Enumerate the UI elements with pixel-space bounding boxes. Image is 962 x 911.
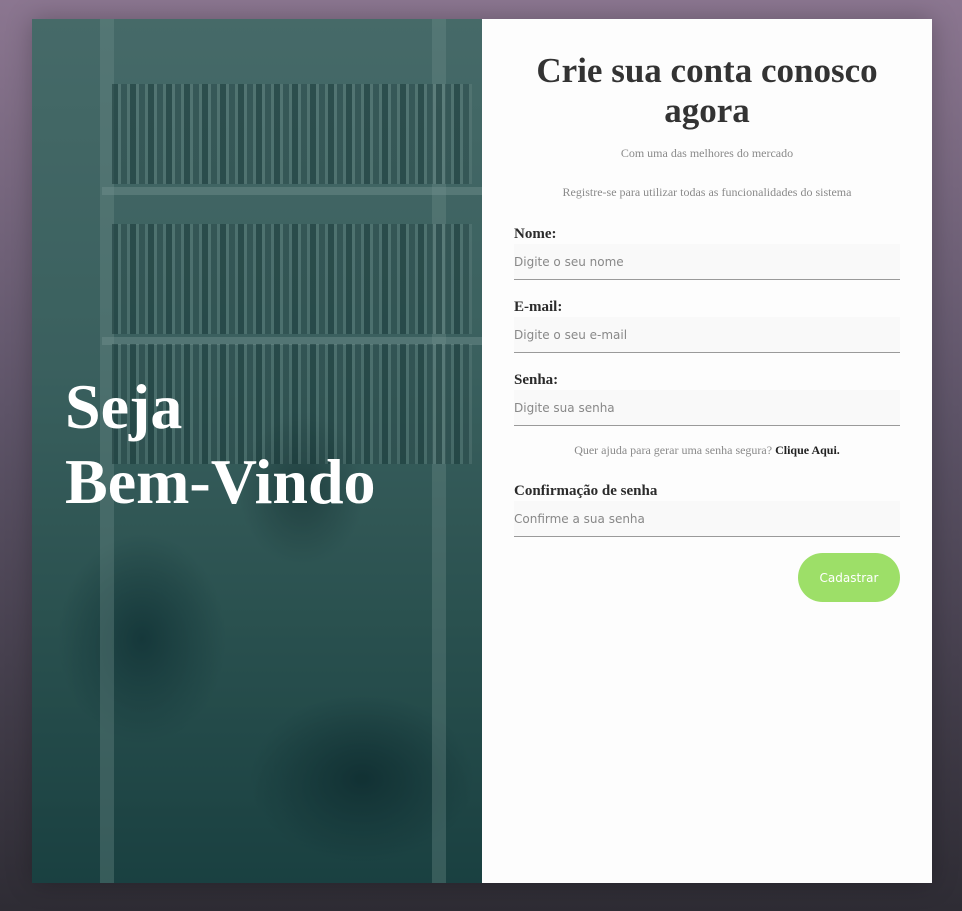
confirm-password-input[interactable] [514, 501, 900, 537]
confirm-password-label: Confirmação de senha [514, 483, 658, 499]
name-input[interactable] [514, 244, 900, 280]
form-description: Registre-se para utilizar todas as funci… [562, 185, 852, 199]
form-subtitle: Com uma das melhores do mercado [620, 146, 794, 160]
signup-form: Crie sua conta conosco agora Com uma das… [482, 19, 932, 883]
email-label: E-mail: [514, 299, 563, 315]
form-title: Crie sua conta conosco agora [536, 51, 878, 130]
name-label: Nome: [514, 226, 557, 242]
password-help-text: Quer ajuda para gerar uma senha segura? [574, 443, 773, 457]
submit-row: Cadastrar [514, 553, 900, 602]
register-button[interactable]: Cadastrar [798, 553, 900, 602]
password-help-link[interactable]: Clique Aqui. [775, 443, 840, 457]
welcome-hero-image: Seja Bem-Vindo [32, 19, 482, 883]
email-input[interactable] [514, 317, 900, 353]
password-label: Senha: [514, 372, 559, 388]
welcome-heading-line2: Bem-Vindo [65, 446, 376, 517]
welcome-heading: Seja Bem-Vindo [65, 369, 376, 519]
signup-card: Seja Bem-Vindo Crie sua conta conosco ag… [32, 19, 932, 883]
password-help: Quer ajuda para gerar uma senha segura? … [514, 443, 900, 457]
welcome-heading-line1: Seja [65, 371, 183, 442]
password-input[interactable] [514, 390, 900, 426]
